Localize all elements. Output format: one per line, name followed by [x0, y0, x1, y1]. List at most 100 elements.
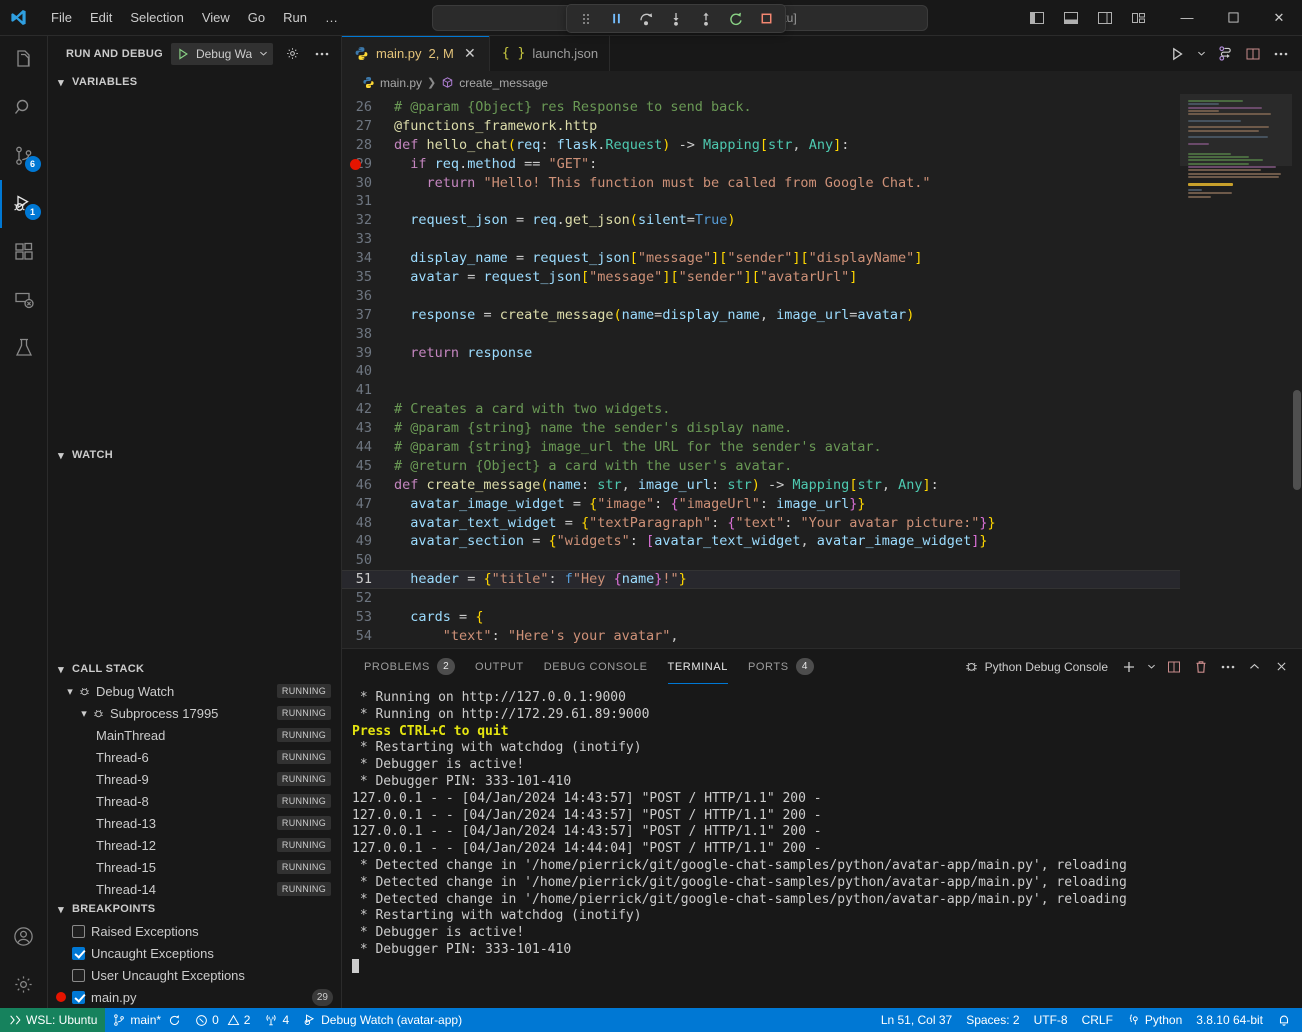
- call-stack-row[interactable]: Thread-12 RUNNING: [48, 834, 341, 856]
- code-line[interactable]: 46def create_message(name: str, image_ur…: [342, 476, 1180, 495]
- activity-accounts[interactable]: [0, 912, 48, 960]
- breakpoint-checkbox[interactable]: [72, 991, 85, 1004]
- new-terminal-plus-icon[interactable]: [1116, 654, 1141, 680]
- status-cursor-position[interactable]: Ln 51, Col 37: [874, 1008, 959, 1032]
- status-remote-indicator[interactable]: WSL: Ubuntu: [0, 1008, 105, 1032]
- breakpoint-gutter-dot-icon[interactable]: [350, 159, 361, 170]
- call-stack-row[interactable]: Thread-9 RUNNING: [48, 768, 341, 790]
- editor-scrollbar[interactable]: [1292, 94, 1302, 648]
- debug-stop-button[interactable]: [753, 8, 779, 30]
- close-panel-icon[interactable]: [1269, 654, 1294, 680]
- activity-source-control[interactable]: 6: [0, 132, 48, 180]
- run-python-file-icon[interactable]: [1164, 40, 1190, 68]
- menu-run[interactable]: Run: [274, 7, 316, 28]
- code-line[interactable]: 27@functions_framework.http: [342, 117, 1180, 136]
- menu-more[interactable]: …: [316, 7, 347, 28]
- code-line[interactable]: 26# @param {Object} res Response to send…: [342, 98, 1180, 117]
- status-notifications-bell-icon[interactable]: [1270, 1008, 1298, 1032]
- code-line[interactable]: 29 if req.method == "GET":: [342, 155, 1180, 174]
- status-debug-session[interactable]: Debug Watch (avatar-app): [296, 1008, 469, 1032]
- code-line[interactable]: 47 avatar_image_widget = {"image": {"ima…: [342, 495, 1180, 514]
- breakpoints-header[interactable]: ▾ BREAKPOINTS: [48, 898, 341, 920]
- maximize-panel-chevron-up-icon[interactable]: [1242, 654, 1267, 680]
- code-line[interactable]: 52: [342, 589, 1180, 608]
- run-test-flow-icon[interactable]: [1212, 40, 1238, 68]
- debug-step-out-button[interactable]: [693, 8, 719, 30]
- activity-explorer[interactable]: [0, 36, 48, 84]
- code-line[interactable]: 39 return response: [342, 344, 1180, 363]
- debug-restart-button[interactable]: [723, 8, 749, 30]
- code-content[interactable]: 26# @param {Object} res Response to send…: [342, 94, 1180, 648]
- breadcrumb-file[interactable]: main.py: [362, 76, 422, 90]
- toggle-primary-sidebar-icon[interactable]: [1022, 4, 1052, 32]
- debug-toolbar-grip-icon[interactable]: [573, 8, 599, 30]
- code-line[interactable]: 34 display_name = request_json["message"…: [342, 249, 1180, 268]
- menu-go[interactable]: Go: [239, 7, 274, 28]
- code-line[interactable]: 36: [342, 287, 1180, 306]
- code-scroll-area[interactable]: 26# @param {Object} res Response to send…: [342, 94, 1180, 648]
- breakpoint-checkbox[interactable]: [72, 925, 85, 938]
- debug-step-over-button[interactable]: [633, 8, 659, 30]
- code-line[interactable]: 41: [342, 381, 1180, 400]
- active-terminal-name[interactable]: Python Debug Console: [964, 659, 1108, 674]
- tab-launch-json[interactable]: { } launch.json: [490, 36, 610, 71]
- call-stack-row[interactable]: Thread-14 RUNNING: [48, 878, 341, 898]
- call-stack-header[interactable]: ▾ CALL STACK: [48, 658, 341, 680]
- code-line[interactable]: 40: [342, 362, 1180, 381]
- code-line[interactable]: 48 avatar_text_widget = {"textParagraph"…: [342, 514, 1180, 533]
- debug-settings-gear-icon[interactable]: [281, 43, 303, 65]
- breakpoint-row-user-uncaught-exceptions[interactable]: User Uncaught Exceptions: [48, 964, 341, 986]
- activity-remote-explorer[interactable]: [0, 276, 48, 324]
- code-line[interactable]: 44# @param {string} image_url the URL fo…: [342, 438, 1180, 457]
- code-line[interactable]: 37 response = create_message(name=displa…: [342, 306, 1180, 325]
- status-ports[interactable]: 4: [257, 1008, 296, 1032]
- tab-close-icon[interactable]: ✕: [461, 45, 479, 63]
- chevron-down-icon[interactable]: ▾: [62, 685, 78, 698]
- terminal-dropdown-chevron-down-icon[interactable]: [1143, 654, 1159, 680]
- menu-view[interactable]: View: [193, 7, 239, 28]
- panel-tab-output[interactable]: OUTPUT: [475, 649, 524, 684]
- call-stack-row[interactable]: ▾ Debug Watch RUNNING: [48, 680, 341, 702]
- code-line[interactable]: 51 header = {"title": f"Hey {name}!"}: [342, 570, 1180, 589]
- debug-step-into-button[interactable]: [663, 8, 689, 30]
- code-line[interactable]: 49 avatar_section = {"widgets": [avatar_…: [342, 532, 1180, 551]
- window-maximize-button[interactable]: [1210, 0, 1256, 36]
- breakpoint-checkbox[interactable]: [72, 969, 85, 982]
- status-python-interpreter[interactable]: 3.8.10 64-bit: [1189, 1008, 1270, 1032]
- launch-configuration-select[interactable]: Debug Wa: [171, 43, 273, 65]
- code-line[interactable]: 53 cards = {: [342, 608, 1180, 627]
- breakpoint-checkbox[interactable]: [72, 947, 85, 960]
- call-stack-row[interactable]: Thread-15 RUNNING: [48, 856, 341, 878]
- breakpoint-row-uncaught-exceptions[interactable]: Uncaught Exceptions: [48, 942, 341, 964]
- call-stack-row[interactable]: Thread-6 RUNNING: [48, 746, 341, 768]
- panel-tab-terminal[interactable]: TERMINAL: [668, 649, 728, 684]
- debug-pause-button[interactable]: [603, 8, 629, 30]
- kill-terminal-trash-icon[interactable]: [1188, 654, 1213, 680]
- code-line[interactable]: 32 request_json = req.get_json(silent=Tr…: [342, 211, 1180, 230]
- status-branch[interactable]: main*: [105, 1008, 188, 1032]
- sidebar-more-actions-icon[interactable]: [311, 43, 333, 65]
- code-line[interactable]: 43# @param {string} name the sender's di…: [342, 419, 1180, 438]
- call-stack-row[interactable]: Thread-13 RUNNING: [48, 812, 341, 834]
- breakpoint-row-mainpy[interactable]: main.py 29: [48, 986, 341, 1008]
- code-line[interactable]: 33: [342, 230, 1180, 249]
- call-stack-row[interactable]: MainThread RUNNING: [48, 724, 341, 746]
- run-dropdown-chevron-down-icon[interactable]: [1192, 40, 1210, 68]
- panel-more-actions-ellipsis-icon[interactable]: [1215, 654, 1240, 680]
- status-language-mode[interactable]: Python: [1120, 1008, 1189, 1032]
- code-line[interactable]: 50: [342, 551, 1180, 570]
- watch-header[interactable]: ▾ WATCH: [48, 444, 341, 466]
- split-terminal-icon[interactable]: [1161, 654, 1186, 680]
- terminal-prompt-line[interactable]: [352, 959, 1302, 977]
- code-line[interactable]: 35 avatar = request_json["message"]["sen…: [342, 268, 1180, 287]
- code-line[interactable]: 42# Creates a card with two widgets.: [342, 400, 1180, 419]
- code-line[interactable]: 45# @return {Object} a card with the use…: [342, 457, 1180, 476]
- window-close-button[interactable]: ✕: [1256, 0, 1302, 36]
- menu-file[interactable]: File: [42, 7, 81, 28]
- chevron-down-icon[interactable]: ▾: [76, 707, 92, 720]
- status-indentation[interactable]: Spaces: 2: [959, 1008, 1026, 1032]
- panel-tab-problems[interactable]: PROBLEMS 2: [364, 649, 455, 684]
- split-editor-icon[interactable]: [1240, 40, 1266, 68]
- panel-tab-debug-console[interactable]: DEBUG CONSOLE: [544, 649, 648, 684]
- window-minimize-button[interactable]: —: [1164, 0, 1210, 36]
